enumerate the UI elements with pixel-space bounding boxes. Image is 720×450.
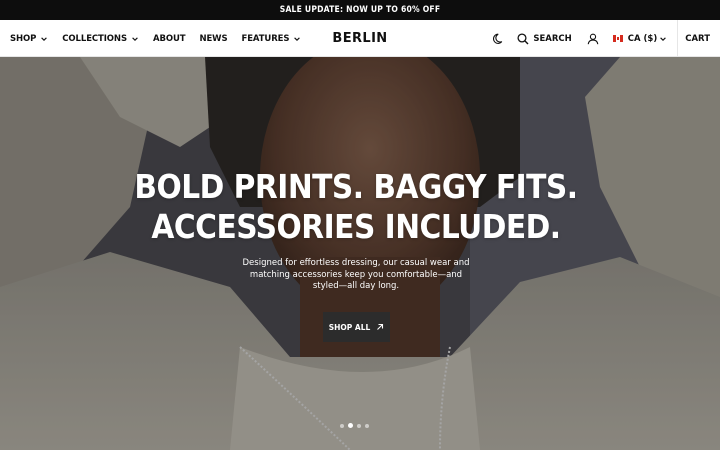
nav-about-label: ABOUT <box>152 33 186 44</box>
site-logo[interactable]: BERLIN <box>332 31 387 46</box>
hero-headline-line-2: ACCESSORIES INCLUDED. <box>151 207 561 246</box>
search-label: SEARCH <box>533 33 572 44</box>
nav-news-label: NEWS <box>199 33 228 44</box>
user-icon <box>587 33 599 44</box>
shop-all-button[interactable]: SHOP ALL <box>323 312 390 342</box>
chevron-down-icon <box>660 36 667 41</box>
hero-banner: BOLD PRINTS. BAGGY FITS. ACCESSORIES INC… <box>0 57 720 450</box>
canada-flag-icon <box>612 35 623 42</box>
nav-about[interactable]: ABOUT <box>152 33 186 44</box>
slider-pagination <box>340 423 373 428</box>
hero-overlay <box>0 57 720 450</box>
chevron-down-icon <box>41 36 48 41</box>
theme-toggle-button[interactable] <box>493 33 505 45</box>
chevron-down-icon <box>132 36 138 41</box>
chevron-down-icon <box>294 36 301 41</box>
slider-dot[interactable] <box>348 423 353 428</box>
nav-shop-label: SHOP <box>10 33 37 44</box>
nav-collections-label: COLLECTIONS <box>62 33 127 44</box>
nav-collections[interactable]: COLLECTIONS <box>62 34 139 44</box>
currency-selector[interactable]: CA ($) <box>612 33 667 44</box>
hero-headline: BOLD PRINTS. BAGGY FITS. ACCESSORIES INC… <box>0 167 712 247</box>
nav-features-label: FEATURES <box>241 33 290 44</box>
main-nav: SHOP COLLECTIONS ABOUT NEWS FEATURES <box>10 20 315 57</box>
announcement-text: SALE UPDATE: NOW UP TO 60% OFF <box>279 5 441 15</box>
nav-news[interactable]: NEWS <box>199 34 227 44</box>
cart-button[interactable]: CART <box>677 20 720 57</box>
moon-icon <box>493 33 503 44</box>
account-button[interactable] <box>587 33 599 45</box>
header-actions: SEARCH CA ($) CART <box>493 20 720 57</box>
search-button[interactable]: SEARCH <box>517 32 572 45</box>
currency-label: CA ($) <box>627 33 658 44</box>
slider-dot[interactable] <box>365 423 369 428</box>
slider-dot[interactable] <box>340 423 344 428</box>
nav-features[interactable]: FEATURES <box>241 34 301 44</box>
search-icon <box>517 32 529 44</box>
shop-all-label: SHOP ALL <box>328 322 371 332</box>
hero-headline-line-1: BOLD PRINTS. BAGGY FITS. <box>134 167 578 206</box>
slider-dot[interactable] <box>357 423 361 428</box>
arrow-up-right-icon <box>377 323 384 330</box>
site-header: SHOP COLLECTIONS ABOUT NEWS FEATURES BER… <box>0 20 720 57</box>
announcement-bar: SALE UPDATE: NOW UP TO 60% OFF <box>0 0 720 20</box>
cart-label: CART <box>685 33 710 44</box>
hero-subtext: Designed for effortless dressing, our ca… <box>242 258 470 291</box>
nav-shop[interactable]: SHOP <box>10 34 48 44</box>
